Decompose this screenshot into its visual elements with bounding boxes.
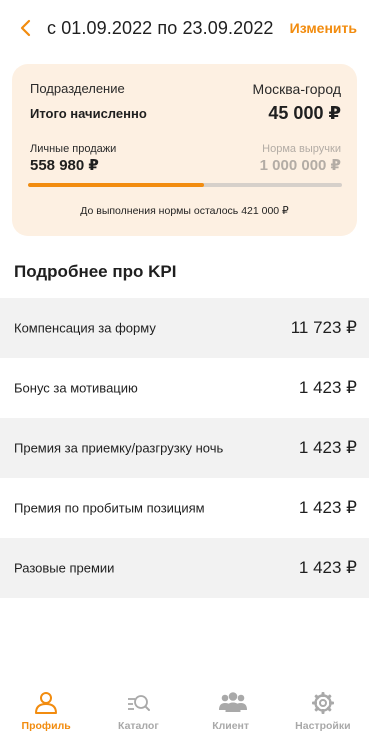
kpi-row[interactable]: Бонус за мотивацию 1 423 ₽ (0, 358, 369, 418)
personal-sales-value: 558 980 ₽ (30, 157, 99, 174)
revenue-norm-value: 1 000 000 ₽ (259, 157, 341, 174)
total-accrued-label: Итого начисленно (30, 106, 147, 121)
remaining-to-norm-text: До выполнения нормы осталось 421 000 ₽ (80, 205, 289, 217)
clients-icon (218, 690, 247, 716)
sales-progress-fill (28, 183, 204, 187)
back-button[interactable] (14, 16, 36, 40)
tab-label: Настройки (295, 720, 351, 732)
revenue-norm-label: Норма выручки (262, 143, 341, 155)
kpi-row[interactable]: Премия по пробитым позициям 1 423 ₽ (0, 478, 369, 538)
kpi-value: 11 723 ₽ (290, 318, 357, 337)
tab-label: Профиль (21, 720, 71, 732)
accrual-summary-card: Подразделение Москва-город Итого начисле… (12, 64, 357, 236)
tab-label: Клиент (212, 720, 250, 732)
personal-sales-label: Личные продажи (30, 143, 117, 155)
tab-profile[interactable]: Профиль (0, 684, 92, 742)
kpi-value: 1 423 ₽ (298, 558, 357, 577)
kpi-label: Бонус за мотивацию (14, 380, 138, 396)
kpi-row[interactable]: Компенсация за форму 11 723 ₽ (0, 298, 369, 358)
sales-progress-bar (28, 183, 342, 187)
settings-gear-icon (310, 690, 336, 716)
kpi-label: Премия за приемку/разгрузку ночь (14, 440, 224, 456)
catalog-search-icon (125, 690, 151, 716)
kpi-row[interactable]: Премия за приемку/разгрузку ночь 1 423 ₽ (0, 418, 369, 478)
tab-catalog-search[interactable]: Каталог (92, 684, 184, 742)
date-range-title: с 01.09.2022 по 23.09.2022 (47, 18, 274, 38)
kpi-label: Разовые премии (14, 560, 115, 576)
kpi-value: 1 423 ₽ (298, 378, 357, 397)
total-accrued-value: 45 000 ₽ (268, 103, 341, 123)
division-value: Москва-город (252, 81, 341, 97)
kpi-value: 1 423 ₽ (298, 438, 357, 457)
kpi-label: Премия по пробитым позициям (14, 500, 205, 516)
change-period-button[interactable]: Изменить (290, 20, 357, 36)
division-label: Подразделение (30, 81, 125, 96)
tab-clients[interactable]: Клиент (185, 684, 277, 742)
profile-icon (33, 690, 59, 716)
chevron-left-icon (20, 19, 31, 37)
top-bar: с 01.09.2022 по 23.09.2022 Изменить (0, 0, 369, 58)
kpi-section-title: Подробнее про KPI (14, 262, 177, 281)
kpi-label: Компенсация за форму (14, 320, 156, 336)
tab-settings-gear[interactable]: Настройки (277, 684, 369, 742)
tab-label: Каталог (118, 720, 159, 732)
bottom-tab-bar: Профиль Каталог Клиент Настройки (0, 684, 369, 742)
kpi-value: 1 423 ₽ (298, 498, 357, 517)
kpi-list: Компенсация за форму 11 723 ₽ Бонус за мот… (0, 298, 369, 598)
kpi-row[interactable]: Разовые премии 1 423 ₽ (0, 538, 369, 598)
